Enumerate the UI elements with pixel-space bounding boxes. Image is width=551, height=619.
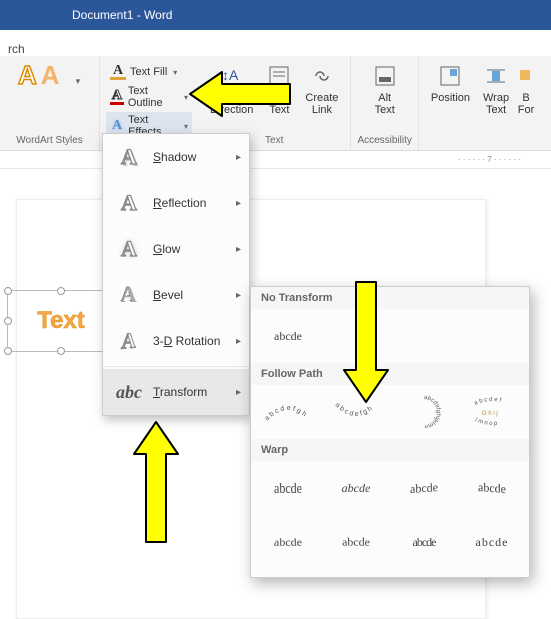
transform-icon: abc: [115, 378, 143, 406]
transform-option-none[interactable]: abcde: [263, 317, 313, 355]
fx-item-transform[interactable]: abc Transform ▸: [103, 369, 249, 415]
shadow-icon: A: [115, 143, 143, 171]
resize-handle[interactable]: [4, 287, 12, 295]
annotation-arrow: [128, 418, 184, 551]
create-link-icon: [308, 62, 336, 90]
resize-handle[interactable]: [57, 287, 65, 295]
wrap-text-label: Wrap Text: [483, 92, 509, 116]
text-outline-label: Text Outline: [128, 85, 178, 109]
resize-handle[interactable]: [4, 317, 12, 325]
wrap-text-button[interactable]: Wrap Text: [476, 60, 516, 118]
bring-forward-button[interactable]: B For: [516, 60, 536, 118]
create-link-button[interactable]: Create Link: [299, 60, 344, 118]
text-effects-menu: A Shadow ▸ A Reflection ▸ A Glow ▸ A Bev…: [102, 133, 250, 416]
wordart-textbox[interactable]: Text: [7, 290, 115, 352]
chevron-right-icon: ▸: [236, 198, 241, 209]
fx-item-bevel[interactable]: A Bevel ▸: [103, 272, 249, 318]
transform-option-arch-up[interactable]: a b c d e f g h: [263, 393, 313, 431]
bring-forward-icon: [516, 62, 536, 90]
wordart-gallery[interactable]: AA ▾: [6, 60, 93, 91]
ruler: · · · · · · 7 · · · · · ·: [0, 151, 551, 169]
group-label-wordart: WordArt Styles: [6, 133, 93, 148]
wordart-dropdown-icon[interactable]: ▾: [76, 76, 81, 87]
bevel-icon: A: [115, 281, 143, 309]
chevron-right-icon: ▸: [236, 152, 241, 163]
ruler-mark: · · · · · · 7 · · · · · ·: [458, 155, 521, 164]
glow-icon: A: [115, 235, 143, 263]
transform-option-warp-7[interactable]: abcde: [399, 523, 449, 561]
bring-forward-label: B For: [518, 92, 535, 116]
fx-label: 3-D Rotation: [153, 334, 220, 348]
document-title: Document1 - Word: [72, 8, 172, 22]
svg-text:abcdefghijklmn: abcdefghijklmn: [424, 395, 441, 429]
position-button[interactable]: Position: [425, 60, 476, 118]
fx-label: Shadow: [153, 150, 196, 164]
text-outline-icon: A: [110, 89, 124, 105]
chevron-down-icon: ▾: [173, 68, 177, 77]
alt-text-icon: [371, 62, 399, 90]
text-outline-button[interactable]: A Text Outline ▾: [106, 83, 192, 111]
position-label: Position: [431, 92, 470, 104]
transform-option-warp-5[interactable]: abcde: [260, 526, 316, 562]
fx-label: Glow: [153, 242, 180, 256]
wordart-preview: AA: [6, 60, 76, 91]
text-fill-button[interactable]: A Text Fill ▾: [106, 62, 192, 82]
chevron-right-icon: ▸: [236, 244, 241, 255]
svg-text:G h i j: G h i j: [482, 411, 498, 417]
text-fill-icon: A: [110, 64, 126, 80]
transform-option-circle[interactable]: abcdefghijklmn: [399, 393, 449, 431]
alt-text-label: Alt Text: [375, 92, 395, 116]
group-wordart-styles: AA ▾ WordArt Styles: [0, 56, 100, 150]
wordart-text: Text: [37, 307, 85, 335]
fx-item-reflection[interactable]: A Reflection ▸: [103, 180, 249, 226]
svg-text:l m n o p: l m n o p: [474, 417, 498, 427]
title-bar: Document1 - Word: [0, 0, 551, 30]
text-fill-label: Text Fill: [130, 66, 167, 78]
transform-option-warp-8[interactable]: abcde: [467, 523, 517, 561]
resize-handle[interactable]: [57, 347, 65, 355]
transform-option-warp-1[interactable]: abcde: [263, 465, 313, 511]
text-effects-icon: A: [110, 118, 124, 134]
rotation-3d-icon: A: [114, 325, 140, 358]
fx-label: Bevel: [153, 288, 183, 302]
annotation-arrow: [186, 66, 296, 127]
menu-separator: [103, 366, 249, 367]
chevron-right-icon: ▸: [236, 387, 241, 398]
group-label-accessibility: Accessibility: [357, 133, 411, 148]
resize-handle[interactable]: [4, 347, 12, 355]
annotation-arrow: [338, 278, 394, 411]
fx-item-3d-rotation[interactable]: A 3-D Rotation ▸: [103, 318, 249, 364]
chevron-right-icon: ▸: [236, 336, 241, 347]
transform-option-button[interactable]: a b c d e f G h i jl m n o p: [467, 393, 517, 431]
position-icon: [436, 62, 464, 90]
fx-item-glow[interactable]: A Glow ▸: [103, 226, 249, 272]
group-accessibility: Alt Text Accessibility: [351, 56, 418, 150]
tab-row: rch: [0, 30, 551, 56]
svg-text:a b c d e f g h: a b c d e f g h: [264, 405, 308, 422]
tab-fragment: rch: [8, 42, 25, 56]
fx-item-shadow[interactable]: A Shadow ▸: [103, 134, 249, 180]
chevron-right-icon: ▸: [236, 290, 241, 301]
transform-option-warp-6[interactable]: abcde: [328, 522, 384, 558]
transform-option-warp-4[interactable]: abcde: [467, 467, 517, 508]
gallery-header-warp: Warp: [251, 439, 529, 461]
transform-option-warp-2[interactable]: abcde: [331, 469, 381, 507]
fx-label: Transform: [153, 385, 207, 399]
transform-option-warp-3[interactable]: abcde: [399, 467, 449, 508]
svg-text:a b c d e f: a b c d e f: [473, 397, 501, 407]
fx-label: Reflection: [153, 196, 206, 210]
group-arrange: Position Wrap Text B For: [419, 56, 542, 150]
create-link-label: Create Link: [305, 92, 338, 116]
alt-text-button[interactable]: Alt Text: [357, 60, 411, 118]
reflection-icon: A: [115, 189, 143, 217]
wrap-text-icon: [482, 62, 510, 90]
